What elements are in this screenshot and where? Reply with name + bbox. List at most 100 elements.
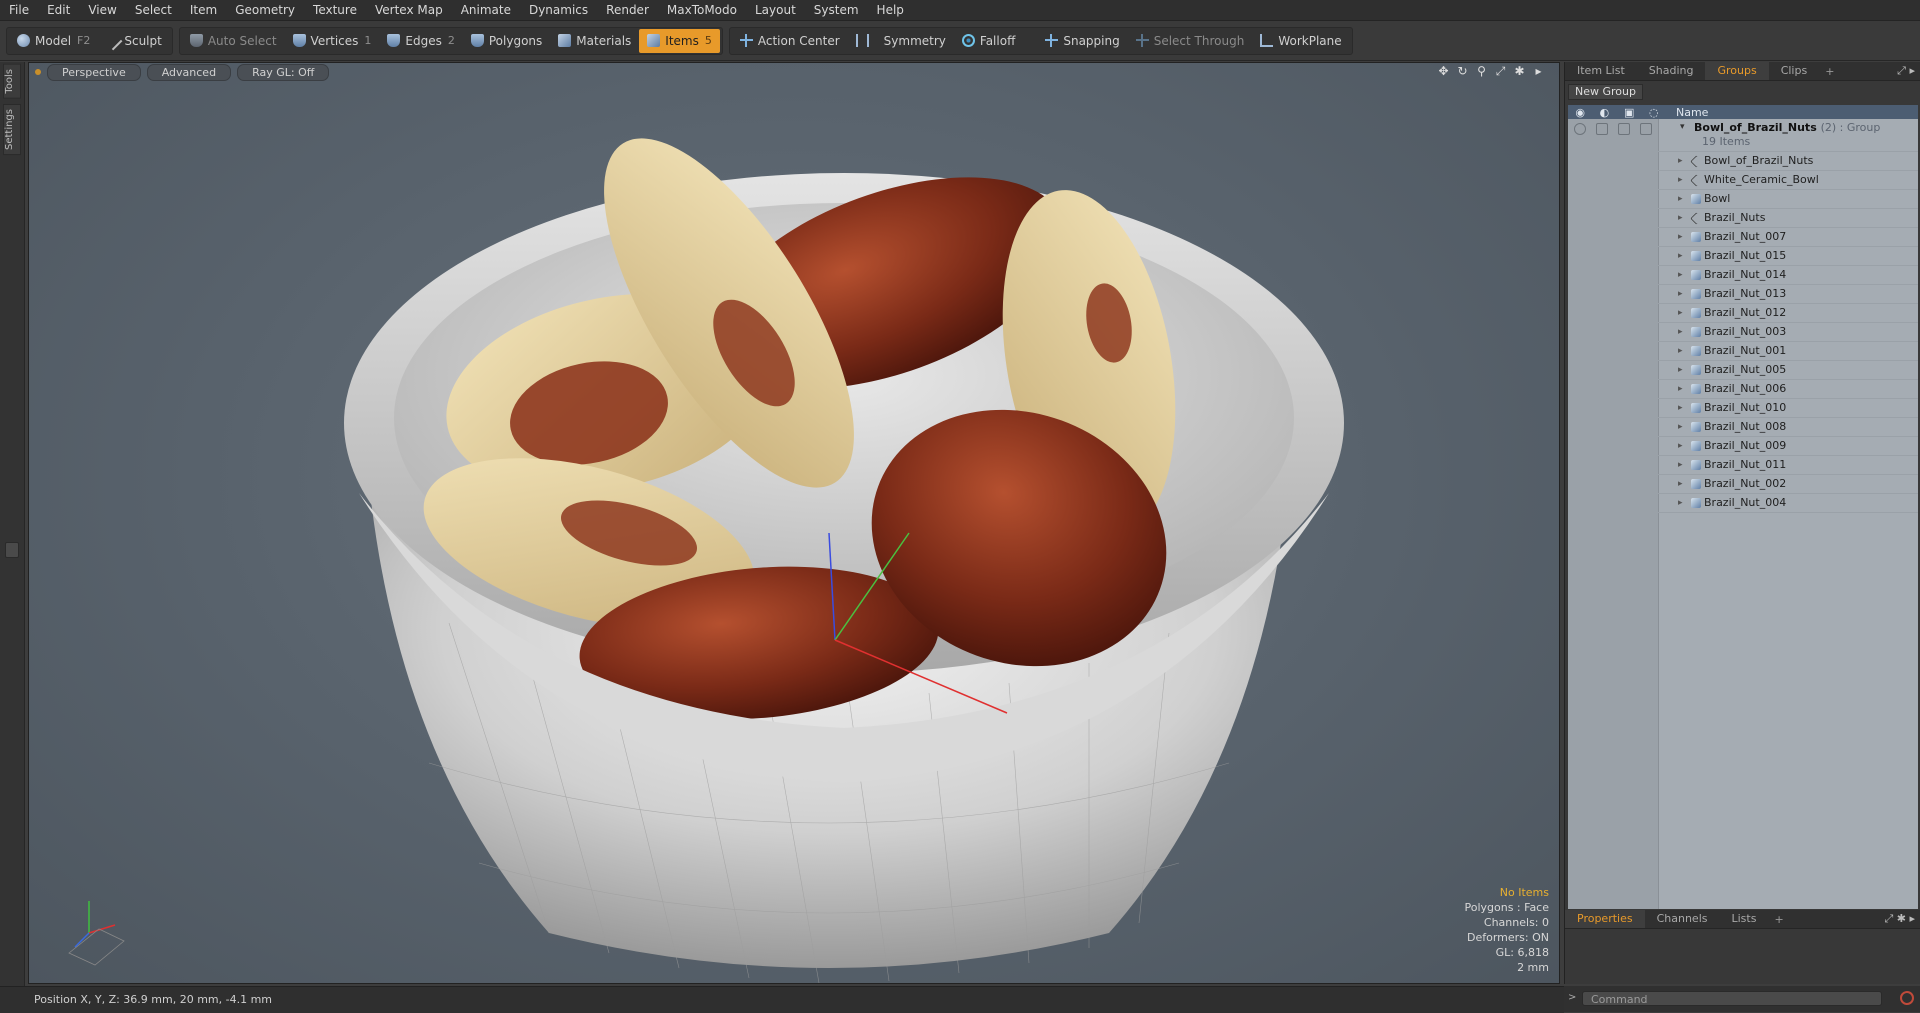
expand-arrow-icon[interactable]: ▸ xyxy=(1678,152,1683,170)
menu-texture[interactable]: Texture xyxy=(304,0,366,20)
tab-lists[interactable]: Lists xyxy=(1720,910,1769,928)
expand-arrow-icon[interactable]: ▸ xyxy=(1678,323,1683,341)
expand-arrow-icon[interactable]: ▸ xyxy=(1678,380,1683,398)
expand-arrow-icon[interactable]: ▸ xyxy=(1678,494,1683,512)
expand-arrow-icon[interactable]: ▸ xyxy=(1678,190,1683,208)
snapping-button[interactable]: Snapping xyxy=(1037,29,1127,53)
groups-list[interactable]: ▾ Bowl_of_Brazil_Nuts (2) : Group 19 Ite… xyxy=(1568,119,1918,909)
list-item[interactable]: ▸ Brazil_Nut_001 xyxy=(1568,342,1918,361)
expand-arrow-icon[interactable]: ▸ xyxy=(1678,399,1683,417)
menu-item[interactable]: Item xyxy=(181,0,226,20)
record-icon[interactable] xyxy=(1900,991,1914,1005)
menu-file[interactable]: File xyxy=(0,0,38,20)
list-item[interactable]: ▸ Brazil_Nut_009 xyxy=(1568,437,1918,456)
expand-arrow-icon[interactable]: ▸ xyxy=(1678,361,1683,379)
tab-shading[interactable]: Shading xyxy=(1637,62,1706,80)
list-item[interactable]: ▸ Brazil_Nut_002 xyxy=(1568,475,1918,494)
group-expand-icon[interactable]: ▾ xyxy=(1680,122,1685,132)
workplane-button[interactable]: WorkPlane xyxy=(1252,29,1349,53)
list-item[interactable]: ▸ Bowl_of_Brazil_Nuts xyxy=(1568,152,1918,171)
menu-vertex-map[interactable]: Vertex Map xyxy=(366,0,452,20)
gear-icon[interactable]: ✱ xyxy=(1513,65,1526,78)
new-group-button[interactable]: New Group xyxy=(1568,84,1643,100)
list-item[interactable]: ▸ Brazil_Nut_010 xyxy=(1568,399,1918,418)
maximize-icon[interactable]: ⤢ xyxy=(1494,65,1507,78)
menu-edit[interactable]: Edit xyxy=(38,0,79,20)
list-item[interactable]: ▸ Brazil_Nuts xyxy=(1568,209,1918,228)
list-item[interactable]: ▸ Brazil_Nut_011 xyxy=(1568,456,1918,475)
add-tab-icon[interactable]: + xyxy=(1819,65,1840,78)
menu-maxtomodo[interactable]: MaxToModo xyxy=(658,0,746,20)
materials-button[interactable]: Materials xyxy=(550,29,639,53)
expand-arrow-icon[interactable]: ▸ xyxy=(1678,475,1683,493)
list-item[interactable]: ▸ Bowl xyxy=(1568,190,1918,209)
pan-icon[interactable]: ✥ xyxy=(1437,65,1450,78)
props-expand-icon[interactable]: ⤢ ✱ ▸ xyxy=(1884,912,1915,926)
expand-arrow-icon[interactable]: ▸ xyxy=(1678,456,1683,474)
list-item[interactable]: ▸ Brazil_Nut_014 xyxy=(1568,266,1918,285)
polygons-button[interactable]: Polygons xyxy=(463,29,550,53)
expand-arrow-icon[interactable]: ▸ xyxy=(1678,209,1683,227)
expand-arrow-icon[interactable]: ▸ xyxy=(1678,285,1683,303)
tab-channels[interactable]: Channels xyxy=(1645,910,1720,928)
collapse-toggle[interactable] xyxy=(5,542,19,558)
list-item[interactable]: ▸ Brazil_Nut_008 xyxy=(1568,418,1918,437)
expand-arrow-icon[interactable]: ▸ xyxy=(1678,247,1683,265)
auto-select-button[interactable]: Auto Select xyxy=(182,29,285,53)
menu-help[interactable]: Help xyxy=(868,0,913,20)
items-button[interactable]: Items 5 xyxy=(639,28,720,53)
raygl-dropdown[interactable]: Ray GL: Off xyxy=(237,63,330,81)
expand-arrow-icon[interactable]: ▸ xyxy=(1678,228,1683,246)
model-button[interactable]: Model F2 xyxy=(9,29,98,53)
list-item[interactable]: ▸ Brazil_Nut_006 xyxy=(1568,380,1918,399)
menu-select[interactable]: Select xyxy=(126,0,181,20)
expand-icon[interactable]: ⤢ ▸ xyxy=(1897,64,1915,78)
menu-view[interactable]: View xyxy=(79,0,125,20)
lock-icon[interactable]: ▣ xyxy=(1624,106,1634,119)
tab-tools[interactable]: Tools xyxy=(3,64,21,99)
select-icon[interactable]: ◌ xyxy=(1649,106,1659,119)
vertices-button[interactable]: Vertices 1 xyxy=(285,29,380,53)
expand-arrow-icon[interactable]: ▸ xyxy=(1678,437,1683,455)
edges-button[interactable]: Edges 2 xyxy=(379,29,462,53)
symmetry-button[interactable]: Symmetry xyxy=(848,29,954,53)
list-item[interactable]: ▸ Brazil_Nut_013 xyxy=(1568,285,1918,304)
tab-item-list[interactable]: Item List xyxy=(1565,62,1637,80)
group-lock-toggle[interactable] xyxy=(1618,123,1630,135)
menu-layout[interactable]: Layout xyxy=(746,0,805,20)
menu-system[interactable]: System xyxy=(805,0,868,20)
list-item[interactable]: ▸ Brazil_Nut_015 xyxy=(1568,247,1918,266)
expand-arrow-icon[interactable]: ▸ xyxy=(1678,304,1683,322)
advanced-dropdown[interactable]: Advanced xyxy=(146,63,232,81)
expand-arrow-icon[interactable]: ▸ xyxy=(1678,266,1683,284)
arrow-right-icon[interactable]: ▸ xyxy=(1532,65,1545,78)
list-item[interactable]: ▸ Brazil_Nut_004 xyxy=(1568,494,1918,513)
eye-icon[interactable]: ◉ xyxy=(1575,106,1585,119)
menu-dynamics[interactable]: Dynamics xyxy=(520,0,597,20)
sculpt-button[interactable]: Sculpt xyxy=(98,29,169,53)
list-item[interactable]: ▸ Brazil_Nut_003 xyxy=(1568,323,1918,342)
group-select-toggle[interactable] xyxy=(1640,123,1652,135)
action-center-button[interactable]: Action Center xyxy=(732,29,848,53)
falloff-button[interactable]: Falloff xyxy=(954,29,1023,53)
column-name[interactable]: Name xyxy=(1676,106,1708,119)
tab-settings[interactable]: Settings xyxy=(3,104,21,156)
tab-groups[interactable]: Groups xyxy=(1705,62,1769,80)
list-item[interactable]: ▸ Brazil_Nut_005 xyxy=(1568,361,1918,380)
add-props-tab-icon[interactable]: + xyxy=(1768,913,1789,926)
zoom-icon[interactable]: ⚲ xyxy=(1475,65,1488,78)
list-item[interactable]: ▸ Brazil_Nut_007 xyxy=(1568,228,1918,247)
list-item[interactable]: ▸ Brazil_Nut_012 xyxy=(1568,304,1918,323)
rotate-icon[interactable]: ↻ xyxy=(1456,65,1469,78)
command-arrow-icon[interactable]: > xyxy=(1568,992,1576,1003)
expand-arrow-icon[interactable]: ▸ xyxy=(1678,342,1683,360)
expand-arrow-icon[interactable]: ▸ xyxy=(1678,418,1683,436)
group-eye-toggle[interactable] xyxy=(1574,123,1586,135)
command-input[interactable]: Command xyxy=(1582,991,1882,1006)
menu-geometry[interactable]: Geometry xyxy=(226,0,304,20)
select-through-button[interactable]: Select Through xyxy=(1128,29,1253,53)
menu-render[interactable]: Render xyxy=(597,0,658,20)
render-icon[interactable]: ◐ xyxy=(1600,106,1610,119)
menu-animate[interactable]: Animate xyxy=(452,0,520,20)
expand-arrow-icon[interactable]: ▸ xyxy=(1678,171,1683,189)
